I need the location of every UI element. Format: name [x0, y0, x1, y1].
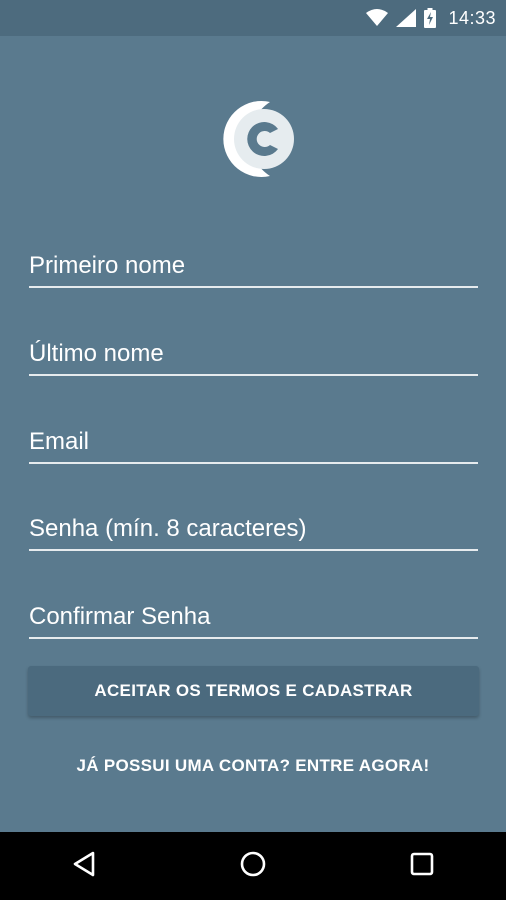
- app-logo-icon: [208, 94, 298, 184]
- status-clock: 14:33: [448, 7, 496, 28]
- first-name-field[interactable]: [29, 238, 478, 288]
- wifi-icon: [366, 9, 389, 27]
- back-icon: [72, 851, 96, 882]
- first-name-input[interactable]: [29, 252, 478, 280]
- password-field[interactable]: [29, 501, 478, 551]
- email-input[interactable]: [29, 428, 478, 456]
- password-input[interactable]: [29, 515, 478, 543]
- last-name-input[interactable]: [29, 340, 478, 368]
- email-field[interactable]: [29, 414, 478, 464]
- battery-charging-icon: [424, 8, 437, 28]
- recents-button[interactable]: [392, 836, 452, 896]
- navigation-bar: [0, 832, 506, 900]
- back-button[interactable]: [54, 836, 114, 896]
- signal-icon: [396, 9, 417, 27]
- recents-icon: [410, 852, 434, 881]
- confirm-password-field[interactable]: [29, 589, 478, 639]
- confirm-password-input[interactable]: [29, 603, 478, 631]
- last-name-field[interactable]: [29, 326, 478, 376]
- home-button[interactable]: [223, 836, 283, 896]
- login-link[interactable]: JÁ POSSUI UMA CONTA? ENTRE AGORA!: [0, 756, 506, 776]
- register-button[interactable]: ACEITAR OS TERMOS E CADASTRAR: [28, 666, 479, 716]
- status-icons: 14:33: [366, 0, 496, 36]
- home-icon: [239, 850, 267, 883]
- status-bar: 14:33: [0, 0, 506, 36]
